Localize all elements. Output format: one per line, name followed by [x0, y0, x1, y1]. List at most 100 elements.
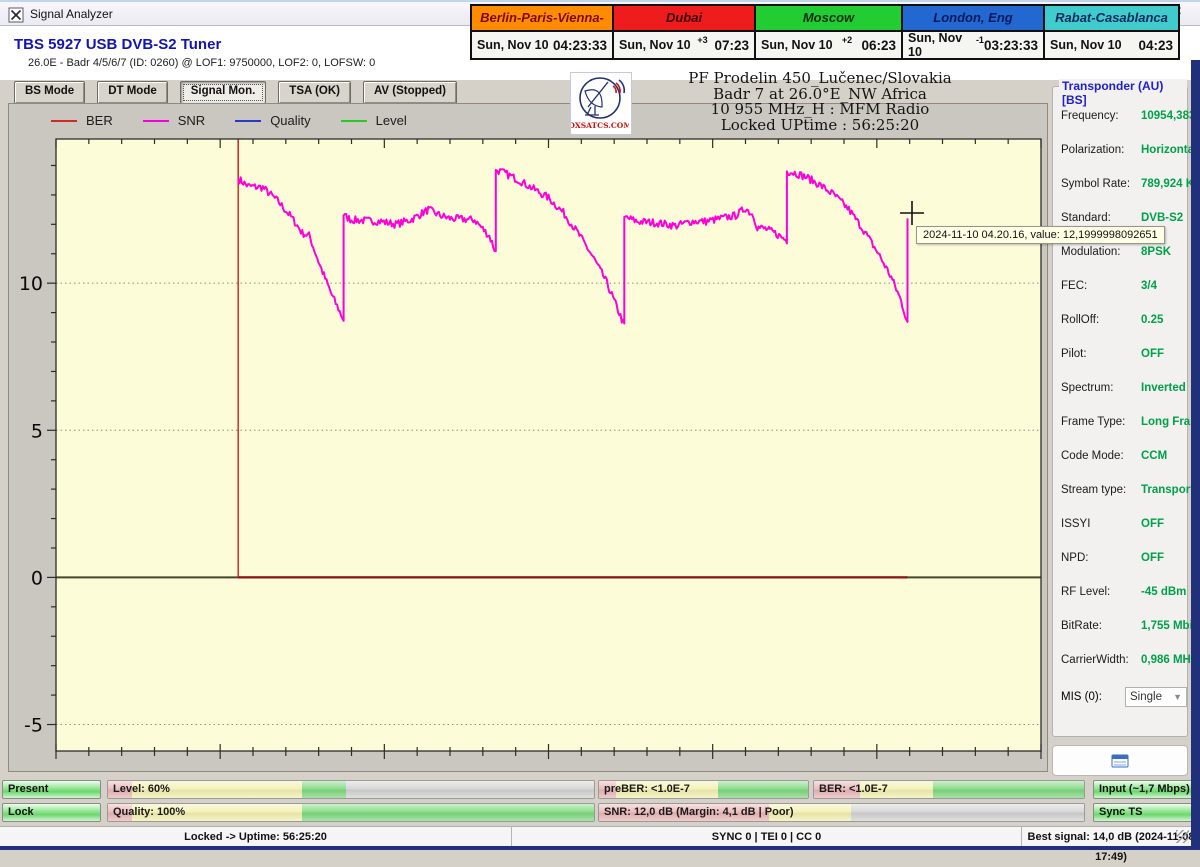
- transponder-field-label: RollOff:: [1061, 313, 1141, 327]
- transponder-field-value: 0,986 MHz: [1141, 653, 1197, 667]
- transponder-field-label: FEC:: [1061, 279, 1141, 293]
- mis-row: MIS (0): Single▼: [1061, 687, 1187, 707]
- transponder-field-label: Stream type:: [1061, 483, 1141, 497]
- world-clocks: Berlin-Paris-Vienna-RomaSun, Nov 1004:23…: [470, 4, 1180, 60]
- mis-dropdown[interactable]: Single▼: [1125, 687, 1187, 707]
- transponder-field-row: Pilot:OFF: [1061, 347, 1187, 361]
- snr-gauge: SNR: 12,0 dB (Margin: 4,1 dB | Poor): [598, 803, 1085, 822]
- toolbar-button-bs-mode[interactable]: BS Mode: [14, 81, 85, 104]
- statusbar-section-1: Locked -> Uptime: 56:25:20: [0, 827, 512, 847]
- transponder-field-label: NPD:: [1061, 551, 1141, 565]
- transponder-panel-title: Transponder (AU) [BS]: [1059, 79, 1187, 107]
- transponder-field-row: Modulation:8PSK: [1061, 245, 1187, 259]
- transponder-field-label: Polarization:: [1061, 143, 1141, 157]
- clock-4: London, EngSun, Nov 10-103:23:33: [903, 6, 1043, 58]
- transponder-field-value: OFF: [1141, 551, 1164, 565]
- clock-hhmm: 03:23:33: [984, 38, 1038, 53]
- transponder-field-row: Stream type:Transport: [1061, 483, 1187, 497]
- transponder-field-value: 0.25: [1141, 313, 1163, 327]
- window-edge-right: [1191, 60, 1200, 850]
- chevron-down-icon: ▼: [1173, 692, 1182, 702]
- clock-date: Sun, Nov 10: [908, 31, 976, 59]
- toolbar-button-dt-mode[interactable]: DT Mode: [97, 81, 168, 104]
- clock-city-label: Dubai: [614, 6, 754, 30]
- gauge-label: SNR: 12,0 dB (Margin: 4,1 dB | Poor): [604, 804, 794, 820]
- resize-grip[interactable]: [1176, 830, 1189, 843]
- transponder-field-label: Modulation:: [1061, 245, 1141, 259]
- clock-utc-offset: -1: [976, 35, 984, 45]
- level-gauge: Level: 60%: [107, 780, 595, 799]
- mis-label: MIS (0):: [1061, 691, 1119, 703]
- y-axis-label: 0: [31, 567, 43, 589]
- transponder-field-row: BitRate:1,755 Mbit/s: [1061, 619, 1187, 633]
- transponder-field-row: ISSYIOFF: [1061, 517, 1187, 531]
- plot-area: [56, 139, 1041, 751]
- clock-date: Sun, Nov 10: [619, 38, 691, 52]
- clock-city-label: London, Eng: [903, 6, 1043, 30]
- signal-chart-panel: BERSNRQualityLevel 1050-5: [8, 103, 1048, 772]
- y-axis-label: 10: [19, 273, 43, 295]
- transponder-field-row: Symbol Rate:789,924 KS/s: [1061, 177, 1187, 191]
- transponder-field-row: Frame Type:Long Frame: [1061, 415, 1187, 429]
- transponder-field-row: RF Level:-45 dBm: [1061, 585, 1187, 599]
- signal-chart[interactable]: 10 5 0 -5: [9, 104, 1047, 771]
- app-icon: [8, 7, 24, 23]
- transponder-field-row: Frequency:10954,383 MHz: [1061, 109, 1187, 123]
- toolbar-button-signal-mon-[interactable]: Signal Mon.: [180, 81, 267, 104]
- input-indicator: Input (~1,7 Mbps): [1093, 780, 1196, 799]
- transponder-field-label: Standard:: [1061, 211, 1141, 225]
- clock-hhmm: 04:23:33: [553, 38, 607, 53]
- stream-list-button[interactable]: [1052, 745, 1188, 776]
- transponder-field-label: BitRate:: [1061, 619, 1141, 633]
- y-axis-label: -5: [24, 715, 43, 737]
- transponder-field-label: Pilot:: [1061, 347, 1141, 361]
- transponder-field-row: Code Mode:CCM: [1061, 449, 1187, 463]
- transponder-field-value: DVB-S2: [1141, 211, 1183, 225]
- statusbar-section-2: SYNC 0 | TEI 0 | CC 0: [512, 827, 1022, 847]
- window-title: Signal Analyzer: [30, 7, 113, 21]
- transponder-field-value: OFF: [1141, 347, 1164, 361]
- transponder-field-row: Standard:DVB-S2: [1061, 211, 1187, 225]
- clock-date: Sun, Nov 10: [477, 38, 549, 52]
- stream-list-icon: [1111, 754, 1129, 768]
- clock-time: Sun, Nov 10+206:23: [756, 32, 901, 58]
- transponder-field-row: Polarization:Horizontal: [1061, 143, 1187, 157]
- toolbar: BS Mode DT Mode Signal Mon. TSA (OK) AV (Sto…: [14, 81, 457, 104]
- gauge-label: Quality: 100%: [113, 804, 185, 820]
- transponder-field-value: 3/4: [1141, 279, 1157, 293]
- transponder-field-label: Code Mode:: [1061, 449, 1141, 463]
- transponder-field-value: Horizontal: [1141, 143, 1197, 157]
- clock-5: Rabat-CasablancaSun, Nov 1004:23: [1045, 6, 1178, 58]
- gauge-label: Level: 60%: [113, 781, 170, 797]
- window-edge-bottom: [0, 846, 1200, 850]
- tuner-subtitle: 26.0E - Badr 4/5/6/7 (ID: 0260) @ LOF1: …: [28, 57, 375, 69]
- toolbar-button-av-stopped-[interactable]: AV (Stopped): [363, 81, 457, 104]
- transponder-fields: Frequency:10954,383 MHz Polarization:Hori…: [1053, 109, 1187, 707]
- clock-utc-offset: +2: [842, 35, 852, 45]
- clock-time: Sun, Nov 10 +3 07:23: [614, 32, 754, 58]
- transponder-field-label: CarrierWidth:: [1061, 653, 1141, 667]
- clock-hhmm: 07:23: [714, 38, 749, 53]
- transponder-field-label: Frequency:: [1061, 109, 1141, 123]
- clock-city-label: Rabat-Casablanca: [1045, 6, 1178, 30]
- site-info-line: Locked UPtime : 56:25:20: [620, 118, 1020, 134]
- transponder-field-label: ISSYI: [1061, 517, 1141, 531]
- sync-ts-indicator: Sync TS: [1093, 803, 1196, 822]
- clock-city-label: Berlin-Paris-Vienna-Roma: [472, 6, 612, 30]
- site-info: PF Prodelin 450_Lučenec/SlovakiaBadr 7 a…: [620, 71, 1020, 133]
- clock-time: Sun, Nov 1004:23: [1045, 32, 1178, 58]
- transponder-field-label: Spectrum:: [1061, 381, 1141, 395]
- preber-gauge: preBER: <1.0E-7: [598, 780, 809, 799]
- clock-utc-offset: +3: [697, 35, 707, 45]
- present-indicator: Present: [2, 780, 101, 799]
- toolbar-button-tsa-ok-[interactable]: TSA (OK): [278, 81, 351, 104]
- satellite-dish-icon: DXSATCS.COM: [571, 73, 629, 132]
- gauge-label: BER: <1.0E-7: [819, 781, 888, 797]
- y-axis-label: 5: [31, 420, 43, 442]
- transponder-field-label: RF Level:: [1061, 585, 1141, 599]
- clock-time: Sun, Nov 10-103:23:33: [903, 32, 1043, 58]
- ber-gauge: BER: <1.0E-7: [813, 780, 1085, 799]
- clock-3: MoscowSun, Nov 10+206:23: [756, 6, 901, 58]
- crosshair-cursor: [900, 201, 924, 225]
- clock-time: Sun, Nov 10 04:23:33: [472, 32, 612, 58]
